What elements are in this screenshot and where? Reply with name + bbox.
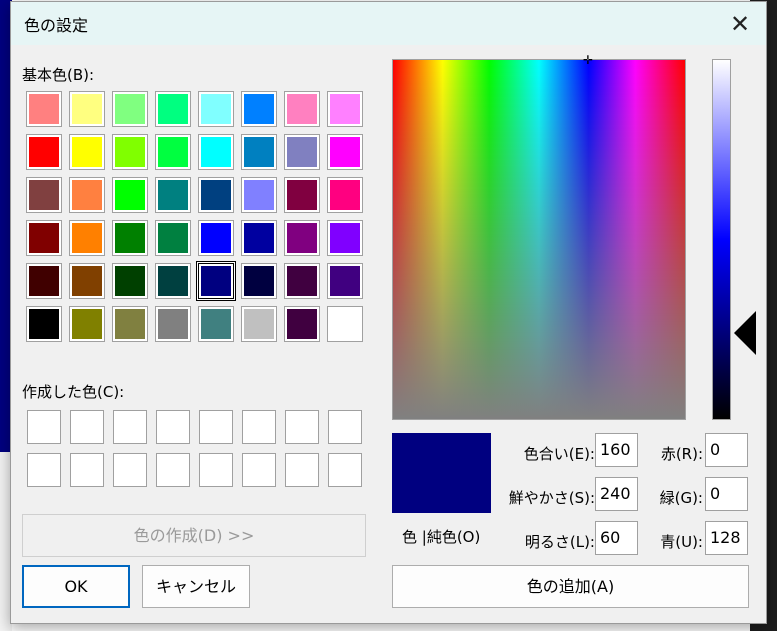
custom-color-swatch[interactable] [156, 453, 190, 487]
basic-color-swatch[interactable] [155, 306, 191, 342]
custom-color-swatch[interactable] [70, 410, 104, 444]
basic-color-swatch[interactable] [155, 134, 191, 170]
custom-color-swatch[interactable] [199, 453, 233, 487]
ok-button[interactable]: OK [22, 565, 130, 608]
hue-label: 色合い(E): [523, 445, 595, 463]
color-preview [392, 433, 491, 513]
define-custom-colors-button[interactable]: 色の作成(D) >> [22, 514, 366, 557]
basic-color-swatch[interactable] [69, 306, 105, 342]
close-button[interactable]: ✕ [722, 6, 758, 42]
blue-label: 青(U): [660, 533, 703, 551]
basic-color-swatch[interactable] [241, 306, 277, 342]
basic-color-swatch[interactable] [26, 220, 62, 256]
luminosity-input[interactable]: 60 [595, 521, 638, 555]
custom-color-swatch[interactable] [199, 410, 233, 444]
custom-color-swatch[interactable] [328, 410, 362, 444]
basic-color-swatch[interactable] [69, 91, 105, 127]
basic-color-swatch[interactable] [198, 220, 234, 256]
basic-color-swatch[interactable] [112, 220, 148, 256]
basic-color-swatch[interactable] [155, 220, 191, 256]
custom-color-swatch[interactable] [242, 453, 276, 487]
basic-color-swatch[interactable] [284, 91, 320, 127]
add-to-custom-colors-button[interactable]: 色の追加(A) [392, 565, 749, 608]
basic-color-swatch[interactable] [327, 220, 363, 256]
basic-color-swatch[interactable] [26, 263, 62, 299]
basic-color-swatch[interactable] [198, 306, 234, 342]
red-input[interactable]: 0 [705, 433, 748, 467]
custom-color-swatch[interactable] [113, 410, 147, 444]
basic-color-swatch[interactable] [241, 91, 277, 127]
basic-color-swatch[interactable] [69, 177, 105, 213]
custom-color-swatch[interactable] [285, 453, 319, 487]
hue-input[interactable]: 160 [595, 433, 638, 467]
basic-color-swatch[interactable] [26, 134, 62, 170]
custom-color-swatch[interactable] [328, 453, 362, 487]
green-input[interactable]: 0 [705, 477, 748, 511]
basic-color-swatch[interactable] [26, 91, 62, 127]
basic-color-swatch[interactable] [198, 263, 234, 299]
luminosity-slider[interactable] [712, 59, 731, 420]
basic-color-swatch[interactable] [327, 263, 363, 299]
basic-color-swatch[interactable] [327, 134, 363, 170]
basic-colors-label: 基本色(B): [22, 66, 95, 84]
basic-color-swatch[interactable] [26, 177, 62, 213]
green-label: 緑(G): [659, 489, 703, 507]
basic-color-swatch[interactable] [284, 306, 320, 342]
custom-color-swatch[interactable] [27, 453, 61, 487]
blue-input[interactable]: 128 [705, 521, 748, 555]
basic-color-swatch[interactable] [284, 134, 320, 170]
basic-color-swatch[interactable] [155, 263, 191, 299]
dialog-title: 色の設定 [24, 16, 89, 35]
preview-label[interactable]: 色 |純色(O) [402, 526, 480, 547]
crosshair-icon: ✛ [582, 53, 594, 67]
basic-color-swatch[interactable] [112, 91, 148, 127]
luminosity-label: 明るさ(L): [524, 533, 595, 551]
basic-color-swatch[interactable] [112, 134, 148, 170]
basic-color-swatch[interactable] [198, 134, 234, 170]
basic-color-swatch[interactable] [241, 177, 277, 213]
basic-color-swatch[interactable] [241, 220, 277, 256]
custom-color-swatch[interactable] [70, 453, 104, 487]
basic-color-swatch[interactable] [327, 306, 363, 342]
custom-color-swatch[interactable] [113, 453, 147, 487]
saturation-input[interactable]: 240 [595, 477, 638, 511]
basic-color-swatch[interactable] [155, 91, 191, 127]
color-dialog: 色の設定 ✕ 基本色(B): 作成した色(C): 色の作成(D) >> OK キ… [10, 1, 767, 624]
basic-color-swatch[interactable] [112, 177, 148, 213]
basic-color-swatch[interactable] [327, 177, 363, 213]
basic-color-swatch[interactable] [284, 220, 320, 256]
basic-color-swatch[interactable] [327, 91, 363, 127]
custom-color-swatch[interactable] [285, 410, 319, 444]
custom-colors-label: 作成した色(C): [22, 383, 125, 401]
basic-color-swatch[interactable] [112, 263, 148, 299]
color-spectrum[interactable] [392, 59, 686, 420]
saturation-label: 鮮やかさ(S): [508, 489, 595, 507]
basic-color-swatch[interactable] [155, 177, 191, 213]
custom-color-swatch[interactable] [242, 410, 276, 444]
custom-color-swatch[interactable] [156, 410, 190, 444]
red-label: 赤(R): [660, 445, 703, 463]
basic-color-swatch[interactable] [69, 263, 105, 299]
basic-color-swatch[interactable] [284, 177, 320, 213]
title-bar: 色の設定 ✕ [11, 2, 766, 45]
basic-color-swatch[interactable] [198, 91, 234, 127]
custom-color-swatch[interactable] [27, 410, 61, 444]
basic-color-swatch[interactable] [69, 134, 105, 170]
basic-color-swatch[interactable] [284, 263, 320, 299]
basic-color-swatch[interactable] [26, 306, 62, 342]
basic-color-swatch[interactable] [112, 306, 148, 342]
luminosity-arrow-icon[interactable] [734, 311, 756, 355]
cancel-button[interactable]: キャンセル [142, 565, 250, 608]
basic-color-swatch[interactable] [241, 134, 277, 170]
basic-color-swatch[interactable] [241, 263, 277, 299]
basic-color-swatch[interactable] [69, 220, 105, 256]
basic-color-swatch[interactable] [198, 177, 234, 213]
